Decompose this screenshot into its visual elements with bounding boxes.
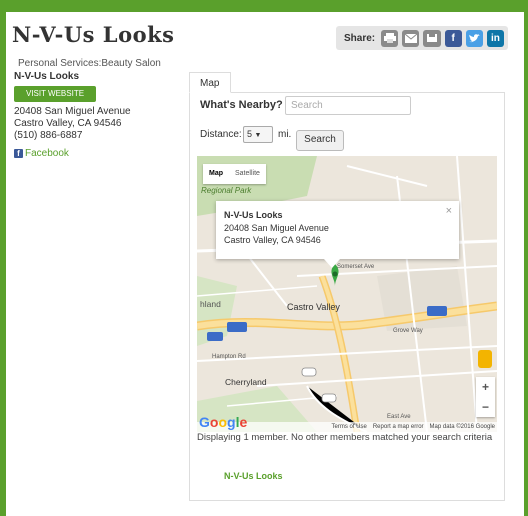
map-info-window: N-V-Us Looks 20408 San Miguel Avenue Cas… bbox=[216, 201, 459, 259]
facebook-link[interactable]: f Facebook bbox=[14, 148, 69, 159]
chevron-down-icon: ▼ bbox=[254, 132, 262, 139]
business-address: 20408 San Miguel Avenue Castro Valley, C… bbox=[14, 106, 131, 142]
member-result-link[interactable]: N-V-Us Looks bbox=[224, 471, 283, 481]
page-title: N-V-Us Looks bbox=[12, 22, 175, 47]
map-label-east-ave: East Ave bbox=[387, 414, 411, 420]
business-name: N-V-Us Looks bbox=[14, 71, 80, 82]
map-view[interactable]: Map Satellite Regional Park hland Castro… bbox=[197, 156, 497, 432]
map-label-somerset: Somerset Ave bbox=[337, 264, 375, 270]
zoom-control: + − bbox=[476, 377, 495, 417]
map-background bbox=[197, 156, 497, 432]
info-address-line-2: Castro Valley, CA 94546 bbox=[224, 235, 321, 245]
email-icon[interactable] bbox=[402, 29, 420, 47]
close-icon[interactable]: × bbox=[446, 205, 452, 217]
zoom-in-button[interactable]: + bbox=[476, 377, 495, 397]
street-view-pegman-icon[interactable] bbox=[478, 350, 492, 368]
info-address-line-1: 20408 San Miguel Avenue bbox=[224, 223, 329, 233]
map-label-highland: hland bbox=[200, 299, 221, 309]
map-label-grove-way: Grove Way bbox=[393, 328, 423, 334]
info-address: 20408 San Miguel Avenue Castro Valley, C… bbox=[224, 222, 329, 246]
google-logo: Google bbox=[199, 414, 248, 430]
tab-map[interactable]: Map bbox=[189, 72, 231, 93]
report-map-error-link[interactable]: Report a map error bbox=[373, 424, 424, 430]
distance-value: 5 bbox=[247, 129, 253, 139]
map-type-map-button[interactable]: Map bbox=[203, 164, 229, 184]
map-type-satellite-button[interactable]: Satellite bbox=[229, 164, 266, 184]
phone-number: (510) 886-6887 bbox=[14, 130, 83, 141]
address-line-1: 20408 San Miguel Avenue bbox=[14, 106, 131, 117]
info-window-pointer bbox=[324, 259, 340, 268]
info-business-name: N-V-Us Looks bbox=[224, 210, 283, 220]
distance-unit: mi. bbox=[278, 129, 292, 140]
nearby-search-input[interactable]: Search bbox=[285, 96, 411, 115]
save-icon[interactable] bbox=[423, 29, 441, 47]
share-label: Share: bbox=[344, 32, 376, 44]
facebook-link-label[interactable]: Facebook bbox=[25, 148, 69, 159]
facebook-icon: f bbox=[14, 149, 23, 158]
zoom-out-button[interactable]: − bbox=[476, 397, 495, 417]
map-label-regional-park: Regional Park bbox=[201, 186, 252, 195]
address-line-2: Castro Valley, CA 94546 bbox=[14, 118, 122, 129]
whats-nearby-label: What's Nearby? bbox=[200, 99, 283, 111]
search-button[interactable]: Search bbox=[296, 130, 344, 151]
search-results-message: Displaying 1 member. No other members ma… bbox=[197, 432, 493, 443]
facebook-icon[interactable]: f bbox=[444, 29, 462, 47]
distance-label: Distance: bbox=[200, 129, 242, 140]
linkedin-icon[interactable]: in bbox=[486, 29, 504, 47]
map-type-control: Map Satellite bbox=[203, 164, 266, 184]
map-label-hampton: Hampton Rd bbox=[212, 354, 246, 360]
print-icon[interactable] bbox=[381, 29, 399, 47]
visit-website-button[interactable]: VISIT WEBSITE bbox=[14, 86, 96, 102]
map-data-attribution: Map data ©2016 Google bbox=[429, 424, 495, 430]
map-label-cherryland: Cherryland bbox=[225, 377, 267, 387]
distance-select[interactable]: 5 ▼ bbox=[243, 126, 273, 143]
business-category: Personal Services:Beauty Salon bbox=[18, 58, 161, 69]
terms-of-use-link[interactable]: Terms of Use bbox=[332, 424, 367, 430]
twitter-icon[interactable] bbox=[465, 29, 483, 47]
share-bar: Share: f in bbox=[336, 26, 508, 50]
map-label-castro-valley: Castro Valley bbox=[287, 302, 340, 312]
